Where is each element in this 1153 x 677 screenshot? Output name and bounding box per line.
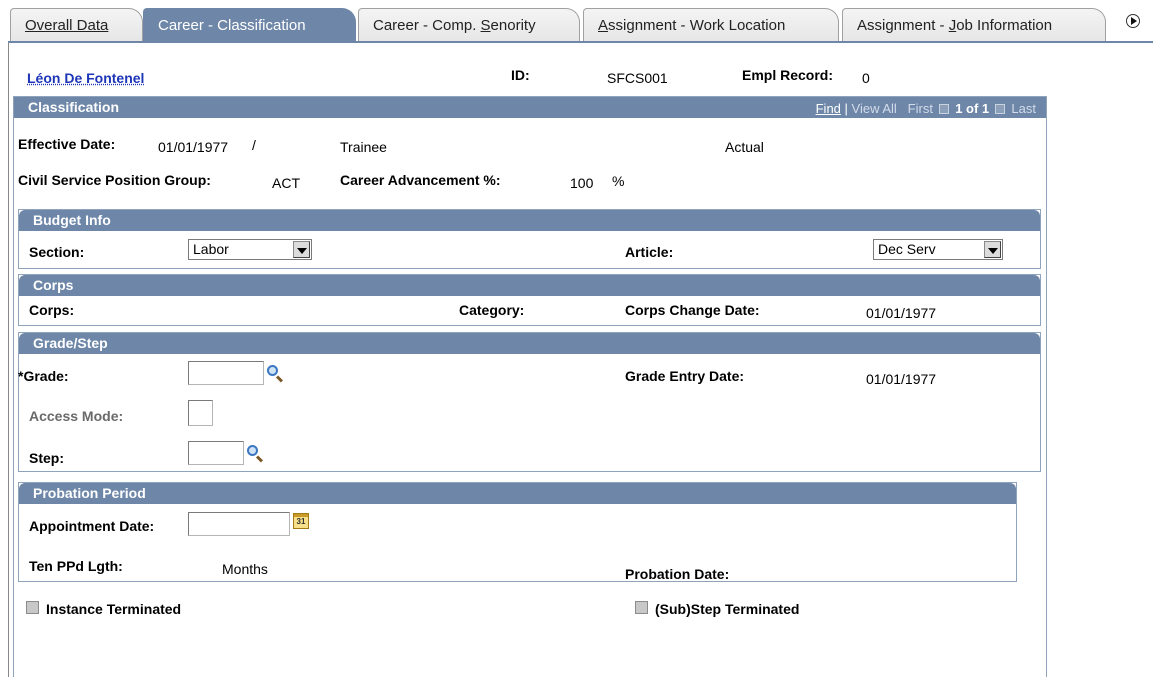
last-arrow-icon — [994, 104, 1005, 114]
civil-service-label: Civil Service Position Group: — [18, 172, 211, 188]
step-input[interactable] — [188, 441, 244, 465]
section-label: Section: — [29, 244, 85, 260]
tab-label-part: enority — [490, 17, 536, 34]
instance-terminated-label: Instance Terminated — [46, 601, 182, 617]
section-selected-value: Labor — [193, 241, 229, 257]
grade-entry-date-label: Grade Entry Date: — [625, 368, 745, 384]
appointment-date-input[interactable] — [188, 512, 290, 536]
find-link[interactable]: Find — [816, 101, 841, 116]
step-label: Step: — [29, 450, 64, 466]
tab-overall-data[interactable]: Overall Data — [10, 8, 143, 42]
budget-info-header: Budget Info — [19, 210, 1040, 231]
budget-info-title: Budget Info — [33, 212, 111, 228]
tab-label-part: ssignment - Work Location — [608, 17, 786, 34]
article-label: Article: — [625, 244, 674, 260]
grade-entry-date-value: 01/01/1977 — [866, 371, 937, 387]
tab-label: Overall Data — [25, 17, 109, 34]
row-position: 1 of 1 — [955, 101, 990, 116]
tab-underline — [8, 41, 1153, 43]
tab-label-part: ob Information — [956, 17, 1053, 34]
percent-sign: % — [612, 173, 625, 189]
tab-assignment-work-location[interactable]: Assignment - Work Location — [583, 8, 839, 42]
substep-terminated-checkbox[interactable] — [635, 601, 648, 614]
id-label: ID: — [511, 67, 530, 83]
tab-label: Career - Classification — [158, 17, 306, 34]
corps-title: Corps — [33, 277, 74, 293]
tab-label-part: Assignment - — [857, 17, 949, 34]
category-label: Category: — [459, 302, 525, 318]
empl-record-value: 0 — [862, 70, 870, 86]
grade-input[interactable] — [188, 361, 264, 385]
first-link: First — [907, 101, 933, 116]
probation-period-title: Probation Period — [33, 485, 146, 501]
classification-title: Classification — [28, 99, 120, 115]
chevron-down-icon[interactable] — [984, 241, 1001, 258]
status-value: Trainee — [340, 139, 387, 155]
grade-label: *Grade: — [18, 368, 69, 384]
tab-label-accesskey: S — [480, 17, 491, 34]
arrow-right-icon — [1126, 14, 1140, 28]
corps-header: Corps — [19, 275, 1040, 296]
article-selected-value: Dec Serv — [878, 241, 936, 257]
grade-step-group: Grade/Step — [18, 332, 1041, 472]
effective-date-label: Effective Date: — [18, 136, 116, 152]
tab-bar: Overall Data Career - Classification Car… — [0, 0, 1153, 44]
first-arrow-icon — [938, 104, 949, 114]
career-advancement-value: 100 — [570, 175, 594, 191]
effective-sequence-slash: / — [252, 137, 256, 153]
tab-career-comp-senority[interactable]: Career - Comp. Senority — [358, 8, 580, 42]
section-select[interactable]: Labor — [188, 239, 312, 260]
effective-date-value: 01/01/1977 — [158, 139, 229, 155]
probation-date-label: Probation Date: — [625, 566, 730, 582]
row-navigation: Find | View All First 1 of 1 Last — [815, 101, 1036, 116]
grade-step-header: Grade/Step — [19, 333, 1040, 354]
page-left-border — [8, 42, 9, 677]
tab-career-classification[interactable]: Career - Classification — [143, 8, 356, 42]
tab-scroll-right-button[interactable] — [1125, 12, 1141, 30]
actual-value: Actual — [725, 139, 764, 155]
view-all-link: View All — [851, 101, 897, 116]
calendar-icon[interactable]: 31 — [293, 513, 309, 529]
appointment-date-label: Appointment Date: — [29, 518, 155, 534]
empl-record-label: Empl Record: — [742, 67, 834, 83]
instance-terminated-checkbox[interactable] — [26, 601, 39, 614]
search-icon[interactable] — [246, 444, 264, 463]
tab-assignment-job-information[interactable]: Assignment - Job Information — [842, 8, 1106, 42]
corps-change-date-label: Corps Change Date: — [625, 302, 760, 318]
months-unit: Months — [222, 561, 268, 577]
probation-period-header: Probation Period — [19, 483, 1016, 504]
career-advancement-label: Career Advancement %: — [340, 172, 501, 188]
access-mode-label: Access Mode: — [29, 408, 124, 424]
civil-service-value: ACT — [272, 175, 300, 191]
probation-period-group: Probation Period — [18, 482, 1017, 582]
substep-terminated-label: (Sub)Step Terminated — [655, 601, 800, 617]
employee-name-link[interactable]: Léon De Fontenel — [27, 70, 144, 86]
corps-label: Corps: — [29, 302, 75, 318]
search-icon[interactable] — [266, 364, 284, 383]
tab-label-accesskey: A — [598, 17, 609, 34]
last-link: Last — [1011, 101, 1036, 116]
corps-change-date-value: 01/01/1977 — [866, 305, 937, 321]
article-select[interactable]: Dec Serv — [873, 239, 1003, 260]
ten-ppd-lgth-label: Ten PPd Lgth: — [29, 558, 123, 574]
chevron-down-icon[interactable] — [293, 241, 310, 258]
id-value: SFCS001 — [607, 70, 668, 86]
tab-label-part: Career - Comp. — [373, 17, 481, 34]
classification-header: Classification Find | View All First 1 o… — [14, 97, 1046, 118]
access-mode-input[interactable] — [188, 400, 213, 426]
grade-step-title: Grade/Step — [33, 335, 108, 351]
